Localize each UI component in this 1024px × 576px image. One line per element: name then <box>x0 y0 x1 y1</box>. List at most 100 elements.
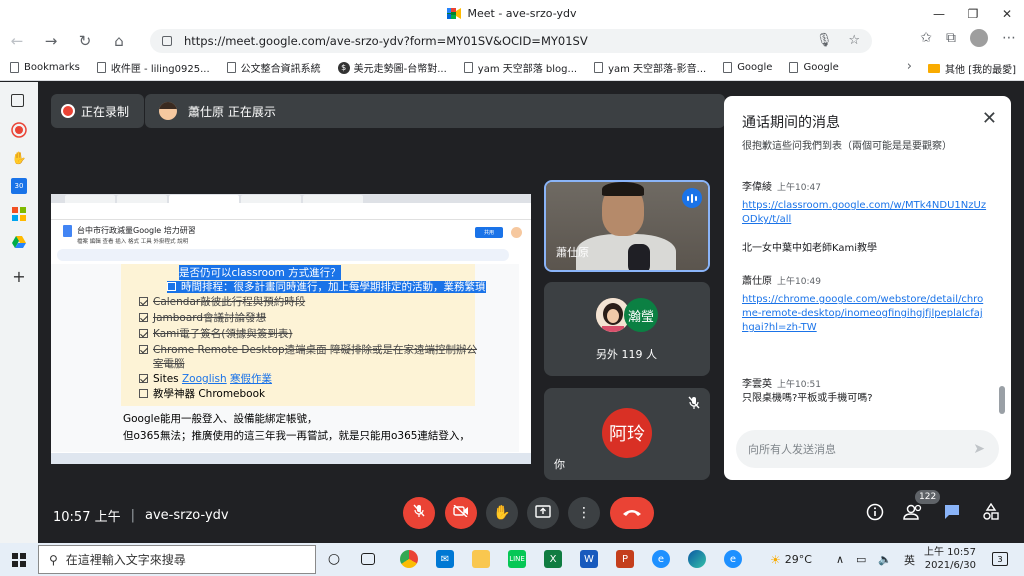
mail-icon[interactable]: ✉ <box>436 550 454 568</box>
collections-icon[interactable]: ⧉ <box>946 30 956 46</box>
mic-toggle-button[interactable] <box>403 497 435 529</box>
tabs-icon[interactable] <box>11 94 24 107</box>
bookmark-item[interactable]: yam 天空部落-影音... <box>594 60 706 75</box>
back-icon[interactable]: ← <box>0 27 34 55</box>
favorites-icon[interactable]: ✩ <box>920 30 932 46</box>
shared-doc-menu: 檔案 編輯 查看 插入 格式 工具 外掛程式 說明 <box>77 239 189 245</box>
camera-toggle-button[interactable] <box>445 497 477 529</box>
more-options-button[interactable]: ⋮ <box>568 497 600 529</box>
chat-scrollbar[interactable] <box>999 386 1005 414</box>
doc-line: 室電腦 <box>153 358 185 370</box>
meeting-details-button[interactable] <box>863 502 887 526</box>
participant-avatar-hanying: 瀚瑩 <box>624 298 658 332</box>
add-icon[interactable]: + <box>11 267 27 286</box>
ie-icon-2[interactable]: e <box>724 550 742 568</box>
cortana-icon[interactable]: ○ <box>325 550 343 568</box>
leave-call-button[interactable] <box>610 497 654 529</box>
bookmark-item[interactable]: Google <box>723 62 772 73</box>
profile-avatar[interactable] <box>970 29 988 47</box>
raise-hand-button[interactable]: ✋ <box>486 497 518 529</box>
task-view-icon[interactable] <box>361 553 375 565</box>
line-icon[interactable]: LINE <box>508 550 526 568</box>
shared-tab <box>241 195 301 203</box>
presenting-banner: 蕭仕原 正在展示 <box>145 94 725 128</box>
speaker-icon[interactable]: 🔈 <box>878 543 892 576</box>
close-icon[interactable]: ✕ <box>982 108 997 129</box>
chevron-up-icon[interactable]: ∧ <box>836 543 844 576</box>
video-person-body <box>576 234 676 270</box>
send-icon[interactable]: ➤ <box>973 441 985 457</box>
present-icon <box>535 504 551 522</box>
chat-input-placeholder: 向所有人发送消息 <box>748 443 836 456</box>
bookmark-item[interactable]: Google <box>789 62 839 73</box>
reload-icon[interactable]: ↻ <box>68 27 102 55</box>
doc-line: 教學神器 Chromebook <box>139 386 265 401</box>
word-icon[interactable]: W <box>580 550 598 568</box>
powerpoint-icon[interactable]: P <box>616 550 634 568</box>
minimize-icon[interactable]: — <box>922 0 956 27</box>
clock-date: 2021/6/30 <box>924 560 976 571</box>
checkbox-checked-icon <box>139 329 148 338</box>
recording-indicator[interactable]: 正在录制 <box>51 94 144 128</box>
chat-input[interactable]: 向所有人发送消息 ➤ <box>736 430 999 468</box>
bookmark-item[interactable]: $ 美元走勢圖-台幣對... <box>337 60 447 75</box>
chat-messages[interactable]: 很抱歉這些问我們到表（兩個可能是是要觀察） 李偉綾 上午10:47 https:/… <box>742 140 987 408</box>
activities-button[interactable] <box>979 502 1003 526</box>
other-bookmarks[interactable]: 其他 [我的最愛] <box>928 61 1016 76</box>
shared-tab <box>169 195 239 203</box>
ime-indicator[interactable]: 英 <box>904 543 915 576</box>
notification-icon[interactable]: 3 <box>992 552 1008 566</box>
weather-sun-icon: ☀ <box>770 552 781 567</box>
participants-button[interactable] <box>901 502 925 526</box>
taskbar-search[interactable]: ⚲ 在這裡輸入文字來搜尋 <box>38 545 316 574</box>
favorite-add-icon[interactable]: ☆ <box>848 33 860 48</box>
chat-message: 李雲英 上午10:51 只限桌機嗎?平板或手機可嗎? <box>742 375 987 406</box>
bookmark-item[interactable]: yam 天空部落 blog... <box>463 60 577 75</box>
bookmark-item[interactable]: Bookmarks <box>10 62 80 73</box>
chat-link[interactable]: https://classroom.google.com/w/MTk4NDU1N… <box>742 199 987 227</box>
excel-icon[interactable]: X <box>544 550 562 568</box>
network-icon[interactable]: ▭ <box>856 543 866 576</box>
speaking-icon <box>682 188 702 208</box>
chrome-icon[interactable] <box>400 550 418 568</box>
home-icon[interactable]: ⌂ <box>102 27 136 55</box>
document-icon <box>723 62 733 73</box>
more-icon[interactable]: ⋯ <box>1002 30 1016 46</box>
chat-message: 蕭仕原 上午10:49 https://chrome.google.com/web… <box>742 272 987 335</box>
record-icon[interactable] <box>11 122 27 138</box>
presenter-tile[interactable]: 蕭仕原 <box>544 180 710 272</box>
ie-icon[interactable]: e <box>652 550 670 568</box>
shared-tabs <box>51 194 531 203</box>
close-window-icon[interactable]: ✕ <box>990 0 1024 27</box>
drive-icon[interactable] <box>11 234 27 250</box>
weather-tray[interactable]: ☀ 29°C <box>770 543 812 576</box>
hand-icon[interactable]: ✋ <box>11 150 27 166</box>
chat-sender: 李雲英 <box>742 379 772 390</box>
present-screen-button[interactable] <box>527 497 559 529</box>
taskbar-clock[interactable]: 上午 10:57 2021/6/30 <box>924 546 976 572</box>
chat-panel: 通话期间的消息 ✕ 很抱歉這些问我們到表（兩個可能是是要觀察） 李偉綾 上午10:… <box>724 96 1011 480</box>
chat-message: 北一女中葉中如老師Kami教學 <box>742 236 987 256</box>
windows-start-icon[interactable] <box>12 553 26 567</box>
hang-up-icon <box>622 505 642 521</box>
chat-link[interactable]: https://chrome.google.com/webstore/detai… <box>742 293 987 335</box>
chat-text: 只限桌機嗎?平板或手機可嗎? <box>742 393 873 404</box>
chevron-right-icon[interactable]: › <box>907 59 912 74</box>
screen-root: Meet - ave-srzo-ydv — ❐ ✕ ← → ↻ ⌂ https:… <box>0 0 1024 576</box>
calendar-icon[interactable]: 30 <box>11 178 27 194</box>
doc-line: Google能用一般登入、設備能綁定帳號， <box>123 413 318 425</box>
others-tile[interactable]: 瀚瑩 另外 119 人 <box>544 282 710 376</box>
mic-icon[interactable]: 🎙 <box>816 33 833 48</box>
shared-screen[interactable]: 台中市行政減量Google 培力研習 檔案 編輯 查看 插入 格式 工具 外掛程… <box>51 194 531 464</box>
restore-icon[interactable]: ❐ <box>956 0 990 27</box>
bookmark-item[interactable]: 公文整合資訊系統 <box>226 60 321 75</box>
chat-button[interactable] <box>940 502 964 526</box>
office-icon[interactable] <box>11 206 27 222</box>
self-tile[interactable]: 阿玲 你 <box>544 388 710 480</box>
bookmark-item[interactable]: 收件匣 - liling0925... <box>96 60 210 75</box>
address-bar[interactable]: https://meet.google.com/ave-srzo-ydv?for… <box>150 29 872 53</box>
chat-text: 北一女中葉中如老師Kami教學 <box>742 243 878 254</box>
file-explorer-icon[interactable] <box>472 550 490 568</box>
forward-icon[interactable]: → <box>34 27 68 55</box>
edge-icon[interactable] <box>688 550 706 568</box>
